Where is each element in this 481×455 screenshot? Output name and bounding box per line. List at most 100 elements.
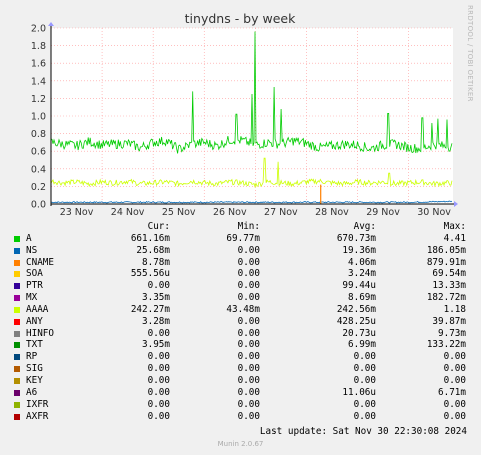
legend-row: AXFR 0.00 0.00 0.00 0.00 [10, 411, 475, 423]
y-tick-label: 0.8 [31, 129, 46, 140]
y-tick-label: 1.6 [31, 59, 46, 70]
legend-header-avg: Avg: [353, 221, 376, 232]
legend-value-max: 4.41 [443, 232, 466, 244]
legend-swatch [14, 259, 20, 266]
legend-value-max: 1.18 [443, 303, 466, 315]
legend-value-max: 13.33m [432, 280, 466, 292]
legend-value-avg: 0.00 [353, 363, 376, 375]
legend-series-name: PTR [26, 280, 43, 292]
legend-value-avg: 0.00 [353, 374, 376, 386]
legend-value-max: 879.91m [426, 256, 466, 268]
legend-value-avg: 19.36m [342, 244, 376, 256]
legend-value-avg: 670.73m [336, 232, 376, 244]
legend-swatch [14, 389, 20, 396]
legend-value-max: 6.71m [438, 386, 466, 398]
legend-series-name: KEY [26, 374, 43, 386]
legend-swatch [14, 377, 20, 384]
y-tick-label: 1.2 [31, 94, 46, 105]
legend-value-cur: 0.00 [147, 374, 170, 386]
legend-series-name: NS [26, 244, 38, 256]
legend-value-min: 69.77m [226, 232, 260, 244]
legend-series-name: IXFR [26, 398, 49, 410]
legend-swatch [14, 401, 20, 408]
legend-value-min: 0.00 [237, 315, 260, 327]
legend-value-avg: 0.00 [353, 398, 376, 410]
legend-series-name: RP [26, 351, 38, 363]
rrdtool-credit: RRDTOOL / TOBI OETIKER [466, 5, 474, 102]
y-tick-label: 0.0 [31, 200, 46, 211]
legend-row: NS 25.68m 0.00 19.36m 186.05m [10, 245, 475, 257]
legend-value-avg: 428.25u [336, 315, 376, 327]
legend-row: TXT 3.95m 0.00 6.99m 133.22m [10, 339, 475, 351]
legend-value-avg: 20.73u [342, 327, 376, 339]
legend-row: A 661.16m 69.77m 670.73m 4.41 [10, 233, 475, 245]
munin-version-text: Munin 2.0.67 [217, 440, 264, 448]
legend-swatch [14, 330, 20, 337]
legend-value-avg: 11.06u [342, 386, 376, 398]
x-tick-label: 24 Nov [111, 207, 145, 218]
x-tick-label: 23 Nov [60, 207, 94, 218]
legend-series-name: MX [26, 292, 38, 304]
legend-value-cur: 3.95m [142, 339, 170, 351]
legend-value-avg: 4.06m [348, 256, 376, 268]
legend-swatch [14, 283, 20, 290]
legend-swatch [14, 235, 20, 242]
y-tick-label: 1.8 [31, 41, 46, 52]
legend-series-name: HINFO [26, 327, 54, 339]
legend-value-max: 39.87m [432, 315, 466, 327]
legend-row: HINFO 0.00 0.00 20.73u 9.73m [10, 328, 475, 340]
legend-value-min: 43.48m [226, 303, 260, 315]
legend-swatch [14, 306, 20, 313]
legend-row: MX 3.35m 0.00 8.69m 182.72m [10, 292, 475, 304]
legend-value-cur: 0.00 [147, 398, 170, 410]
legend-value-avg: 242.56m [336, 303, 376, 315]
x-tick-label: 26 Nov [213, 207, 247, 218]
chart-title: tinydns - by week [185, 11, 296, 26]
legend-series-name: AXFR [26, 410, 49, 422]
legend-value-min: 0.00 [237, 280, 260, 292]
legend-series-name: SIG [26, 363, 43, 375]
legend-value-cur: 3.35m [142, 292, 170, 304]
legend-value-avg: 8.69m [348, 292, 376, 304]
legend-swatch [14, 247, 20, 254]
legend-value-min: 0.00 [237, 292, 260, 304]
legend-value-max: 0.00 [443, 363, 466, 375]
legend-series-name: CNAME [26, 256, 54, 268]
x-tick-label: 27 Nov [264, 207, 298, 218]
x-tick-label: 30 Nov [417, 207, 451, 218]
y-tick-layer: 0.0 0.2 0.4 0.6 0.8 1.0 1.2 1.4 1.6 1.8 2.0 [31, 24, 46, 211]
legend-value-avg: 6.99m [348, 339, 376, 351]
legend-value-min: 0.00 [237, 244, 260, 256]
legend-value-cur: 8.78m [142, 256, 170, 268]
legend-row: CNAME 8.78m 0.00 4.06m 879.91m [10, 257, 475, 269]
legend-value-max: 9.73m [438, 327, 466, 339]
legend-value-min: 0.00 [237, 363, 260, 375]
legend-series-name: A6 [26, 386, 38, 398]
legend-row: PTR 0.00 0.00 99.44u 13.33m [10, 280, 475, 292]
y-tick-label: 2.0 [31, 24, 46, 35]
legend-value-cur: 661.16m [130, 232, 170, 244]
legend-value-avg: 0.00 [353, 410, 376, 422]
x-tick-label: 25 Nov [162, 207, 196, 218]
legend-row: SOA 555.56u 0.00 3.24m 69.54m [10, 268, 475, 280]
legend-value-max: 0.00 [443, 374, 466, 386]
legend-value-avg: 3.24m [348, 268, 376, 280]
legend-series-name: SOA [26, 268, 43, 280]
legend-value-avg: 99.44u [342, 280, 376, 292]
legend-value-min: 0.00 [237, 351, 260, 363]
legend-value-cur: 0.00 [147, 363, 170, 375]
legend-series-name: AAAA [26, 303, 49, 315]
legend-swatch [14, 366, 20, 373]
legend-row: SIG 0.00 0.00 0.00 0.00 [10, 363, 475, 375]
legend-value-min: 0.00 [237, 374, 260, 386]
legend-value-min: 0.00 [237, 256, 260, 268]
legend-value-min: 0.00 [237, 327, 260, 339]
legend-header-max: Max: [443, 221, 466, 232]
legend-row: A6 0.00 0.00 11.06u 6.71m [10, 387, 475, 399]
legend-value-cur: 0.00 [147, 280, 170, 292]
legend-row: ANY 3.28m 0.00 428.25u 39.87m [10, 316, 475, 328]
legend-value-cur: 0.00 [147, 351, 170, 363]
legend-value-min: 0.00 [237, 268, 260, 280]
legend-swatch [14, 295, 20, 302]
legend-row: KEY 0.00 0.00 0.00 0.00 [10, 375, 475, 387]
